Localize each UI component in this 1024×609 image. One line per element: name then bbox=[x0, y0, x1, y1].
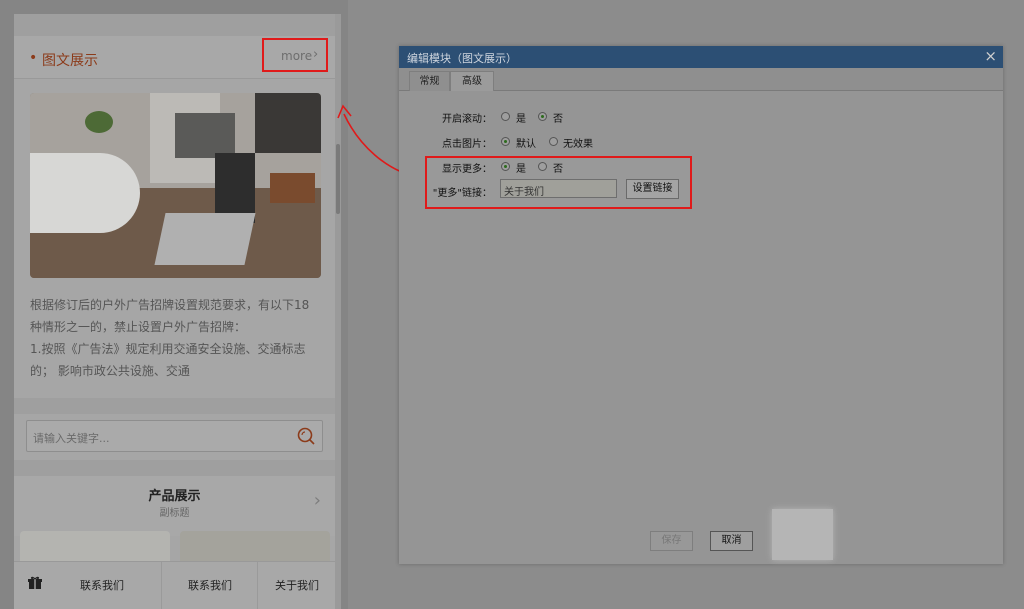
search-placeholder: 请输入关键字... bbox=[33, 432, 110, 445]
bottom-nav: 联系我们 联系我们 关于我们 bbox=[14, 561, 335, 609]
product-thumbnail[interactable] bbox=[180, 531, 330, 561]
radio-more-yes[interactable] bbox=[501, 162, 510, 171]
setting-label: 点击图片： bbox=[442, 139, 492, 150]
radio-scroll-yes[interactable] bbox=[501, 112, 510, 121]
option-label: 否 bbox=[553, 164, 563, 175]
option-label: 是 bbox=[516, 114, 526, 125]
product-section-header[interactable]: 产品展示 副标题 › bbox=[14, 476, 335, 536]
search-input[interactable]: 请输入关键字... bbox=[26, 420, 323, 452]
article-image[interactable] bbox=[30, 93, 321, 278]
article-text: 根据修订后的户外广告招牌设置规范要求，有以下18 种情形之一的，禁止设置户外广告… bbox=[30, 294, 330, 382]
set-link-button[interactable]: 设置链接 bbox=[626, 179, 679, 199]
product-subtitle: 副标题 bbox=[159, 508, 190, 519]
dialog-tabs: 常规 高级 bbox=[399, 68, 1003, 91]
product-thumbnail[interactable] bbox=[20, 531, 170, 561]
product-thumbnails bbox=[20, 531, 330, 561]
article-line: 根据修订后的户外广告招牌设置规范要求，有以下18 bbox=[30, 298, 310, 312]
section-header: • 图文展示 more › bbox=[14, 36, 335, 79]
option-label: 是 bbox=[516, 164, 526, 175]
section-title: 图文展示 bbox=[42, 53, 98, 69]
more-label: more bbox=[281, 49, 313, 63]
article-line: 的； 影响市政公共设施、交通 bbox=[30, 364, 190, 378]
option-label: 无效果 bbox=[563, 139, 593, 150]
search-icon[interactable] bbox=[296, 426, 316, 446]
section-bullet: • bbox=[29, 50, 38, 66]
nav-item-contact[interactable]: 联系我们 bbox=[54, 562, 150, 609]
dialog-title-bar[interactable]: 编辑模块（图文展示） × bbox=[399, 46, 1003, 68]
dialog-title: 编辑模块（图文展示） bbox=[407, 52, 517, 65]
radio-scroll-no[interactable] bbox=[538, 112, 547, 121]
option-label: 默认 bbox=[516, 139, 536, 150]
option-label: 否 bbox=[553, 114, 563, 125]
cancel-button[interactable]: 取消 bbox=[710, 531, 753, 551]
article-line: 种情形之一的，禁止设置户外广告招牌： bbox=[30, 320, 247, 334]
nav-item-contact-2[interactable]: 联系我们 bbox=[161, 562, 258, 609]
radio-click-none[interactable] bbox=[549, 137, 558, 146]
nav-item-about[interactable]: 关于我们 bbox=[257, 562, 335, 609]
gift-icon[interactable] bbox=[28, 576, 42, 590]
product-title: 产品展示 bbox=[148, 489, 201, 504]
article-line: 1.按照《广告法》规定利用交通安全设施、交通标志 bbox=[30, 342, 306, 356]
setting-label: "更多"链接： bbox=[432, 188, 492, 199]
setting-label: 显示更多： bbox=[442, 164, 492, 175]
radio-more-no[interactable] bbox=[538, 162, 547, 171]
phone-preview: • 图文展示 more › 根据修订后的户外广告招牌设置规范要求，有以下18 种… bbox=[14, 14, 335, 609]
chevron-right-icon: › bbox=[313, 490, 321, 511]
close-icon[interactable]: × bbox=[984, 47, 997, 65]
chevron-right-icon: › bbox=[313, 47, 319, 62]
setting-label: 开启滚动： bbox=[442, 114, 492, 125]
tab-general[interactable]: 常规 bbox=[409, 71, 450, 91]
tab-advanced[interactable]: 高级 bbox=[450, 71, 494, 91]
blurred-thumbnail bbox=[772, 509, 833, 560]
more-link-field[interactable]: 关于我们 bbox=[500, 179, 617, 198]
radio-click-default[interactable] bbox=[501, 137, 510, 146]
more-link[interactable]: more › bbox=[262, 38, 328, 72]
save-button[interactable]: 保存 bbox=[650, 531, 693, 551]
